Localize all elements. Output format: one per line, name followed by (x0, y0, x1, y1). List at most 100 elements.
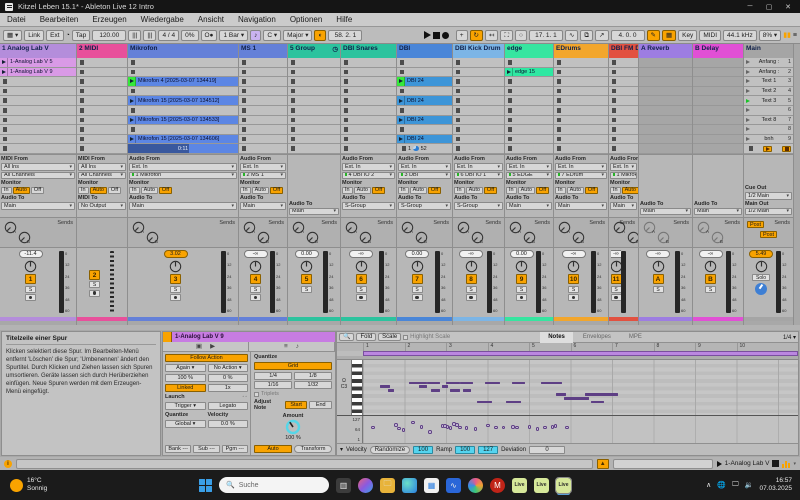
empty-clip-slot[interactable] (609, 96, 638, 106)
volume-field[interactable]: 0.00 (295, 250, 319, 258)
midi-note[interactable] (477, 401, 492, 404)
scene-slot[interactable]: bnh9 (744, 135, 793, 145)
launch-mode-menu[interactable]: Trigger ▾ (165, 402, 206, 410)
empty-clip-slot[interactable] (453, 96, 504, 106)
main-post-toggle[interactable]: Post (760, 231, 777, 238)
velocity-marker[interactable] (449, 426, 453, 430)
maximize-button[interactable]: ▢ (762, 3, 776, 11)
monitor-auto-button[interactable]: Auto (518, 187, 535, 194)
clip-launch-button[interactable] (128, 116, 136, 125)
routing-chooser[interactable]: Main▾ (240, 202, 286, 210)
solo-button[interactable]: S (466, 286, 477, 293)
empty-clip-slot[interactable] (239, 125, 287, 135)
scene-play-icon[interactable] (746, 60, 750, 64)
metronome-button[interactable]: O● (201, 30, 218, 41)
weather-widget[interactable]: 16°C Sonnig (0, 477, 120, 493)
empty-clip-slot[interactable] (341, 96, 396, 106)
velocity-marker[interactable] (502, 426, 506, 430)
scene-play-icon[interactable] (746, 99, 750, 103)
clip-slot[interactable]: DBI 24 (397, 135, 452, 145)
empty-clip-slot[interactable] (77, 116, 127, 126)
volume-field[interactable]: -∞ (562, 250, 586, 258)
midi-note[interactable] (419, 385, 427, 388)
monitor-off-button[interactable]: Off (585, 187, 598, 194)
volume-field[interactable]: 0.00 (510, 250, 534, 258)
volume-field[interactable]: -∞ (244, 250, 268, 258)
midi-note[interactable] (450, 389, 460, 392)
empty-clip-slot[interactable] (77, 68, 127, 78)
velocity-marker[interactable] (536, 427, 540, 431)
tempo-field[interactable]: 120.00 (92, 30, 126, 41)
clip-launch-button[interactable] (0, 58, 8, 67)
clip-activator[interactable] (163, 332, 172, 342)
volume-field[interactable]: -∞ (459, 250, 483, 258)
routing-chooser[interactable]: 1 Mikro▾ (610, 172, 637, 180)
routing-chooser[interactable]: Ext. In▾ (342, 163, 395, 171)
empty-clip-slot[interactable] (77, 77, 127, 87)
empty-clip-slot[interactable] (609, 87, 638, 97)
empty-clip-slot[interactable] (397, 125, 452, 135)
empty-clip-slot[interactable] (505, 135, 553, 145)
empty-clip-slot[interactable] (554, 87, 608, 97)
monitor-off-button[interactable]: Off (484, 187, 497, 194)
arm-button[interactable] (412, 294, 423, 301)
pan-knob[interactable] (300, 260, 313, 273)
track-header[interactable]: MS 1 (239, 44, 287, 58)
clip-loop-counter[interactable]: 152 (397, 144, 452, 154)
clip-slot[interactable]: 1-Analog Lab V 9 (0, 68, 76, 78)
clip-header[interactable]: 1-Analog Lab V 9 (163, 332, 335, 342)
arm-button[interactable] (89, 290, 100, 297)
midi-note[interactable] (409, 382, 428, 385)
cue-volume-knob[interactable] (755, 283, 767, 295)
routing-chooser[interactable]: 1/2 Main▾ (745, 208, 792, 216)
taskbar-search[interactable]: 🔍 Suche (219, 477, 329, 493)
pan-knob[interactable] (704, 260, 717, 273)
routing-chooser[interactable]: Ext. In▾ (240, 163, 286, 171)
volume-field[interactable]: 5.49 (749, 250, 773, 258)
empty-clip-slot[interactable] (453, 106, 504, 116)
midi-note[interactable] (591, 401, 603, 404)
monitor-in-button[interactable]: In (240, 187, 251, 194)
track-header[interactable]: EDrums (554, 44, 608, 58)
tab-clip-view[interactable]: ▣▶ (163, 342, 249, 351)
track-activator[interactable]: 4 (250, 274, 261, 284)
lane-chevron-icon[interactable]: ▾ (340, 446, 343, 453)
midi-note[interactable] (463, 389, 471, 392)
velocity-marker[interactable] (411, 421, 415, 425)
empty-clip-slot[interactable] (341, 58, 396, 68)
track-header[interactable]: DBI FM Du (609, 44, 638, 58)
empty-clip-slot[interactable] (554, 135, 608, 145)
clip-slot[interactable]: 1-Analog Lab V 5 (0, 58, 76, 68)
solo-button[interactable]: S (412, 286, 423, 293)
empty-clip-slot[interactable] (554, 68, 608, 78)
velocity-marker[interactable] (565, 426, 569, 430)
loop-button[interactable]: ⧉ (580, 30, 593, 41)
empty-clip-slot[interactable] (239, 116, 287, 126)
chance-b-slider[interactable]: 0 % (208, 374, 249, 382)
tap-tempo-icon[interactable]: ◔ (66, 30, 70, 41)
midi-note[interactable] (506, 401, 521, 404)
empty-clip-slot[interactable] (505, 77, 553, 87)
solo-button[interactable]: S (653, 286, 664, 293)
routing-chooser[interactable]: Ext. In▾ (610, 163, 637, 171)
time-signature-field[interactable]: 4 / 4 (158, 30, 179, 41)
routing-chooser[interactable]: Main▾ (1, 202, 75, 210)
key-map-button[interactable]: Key (678, 30, 697, 41)
track-activator[interactable]: 1 (25, 274, 36, 284)
empty-clip-slot[interactable] (239, 58, 287, 68)
ramp-from-field[interactable]: 100 (455, 446, 475, 454)
solo-button[interactable]: S (516, 286, 527, 293)
monitor-auto-button[interactable]: Auto (13, 187, 30, 194)
live-app-icon-active[interactable]: Live (556, 478, 571, 493)
track-activator[interactable]: 3 (170, 274, 181, 284)
pan-knob[interactable] (411, 260, 424, 273)
live-app-icon-1[interactable]: Live (512, 478, 527, 493)
empty-clip-slot[interactable] (0, 135, 76, 145)
empty-clip-slot[interactable] (77, 125, 127, 135)
solo-button[interactable]: S (356, 286, 367, 293)
empty-clip-slot[interactable] (505, 125, 553, 135)
routing-chooser[interactable]: 7 EDrum▾ (555, 172, 607, 180)
empty-clip-slot[interactable] (0, 77, 76, 87)
linked-toggle[interactable]: Linked (165, 384, 206, 392)
scene-slot[interactable]: Text 35 (744, 96, 793, 106)
